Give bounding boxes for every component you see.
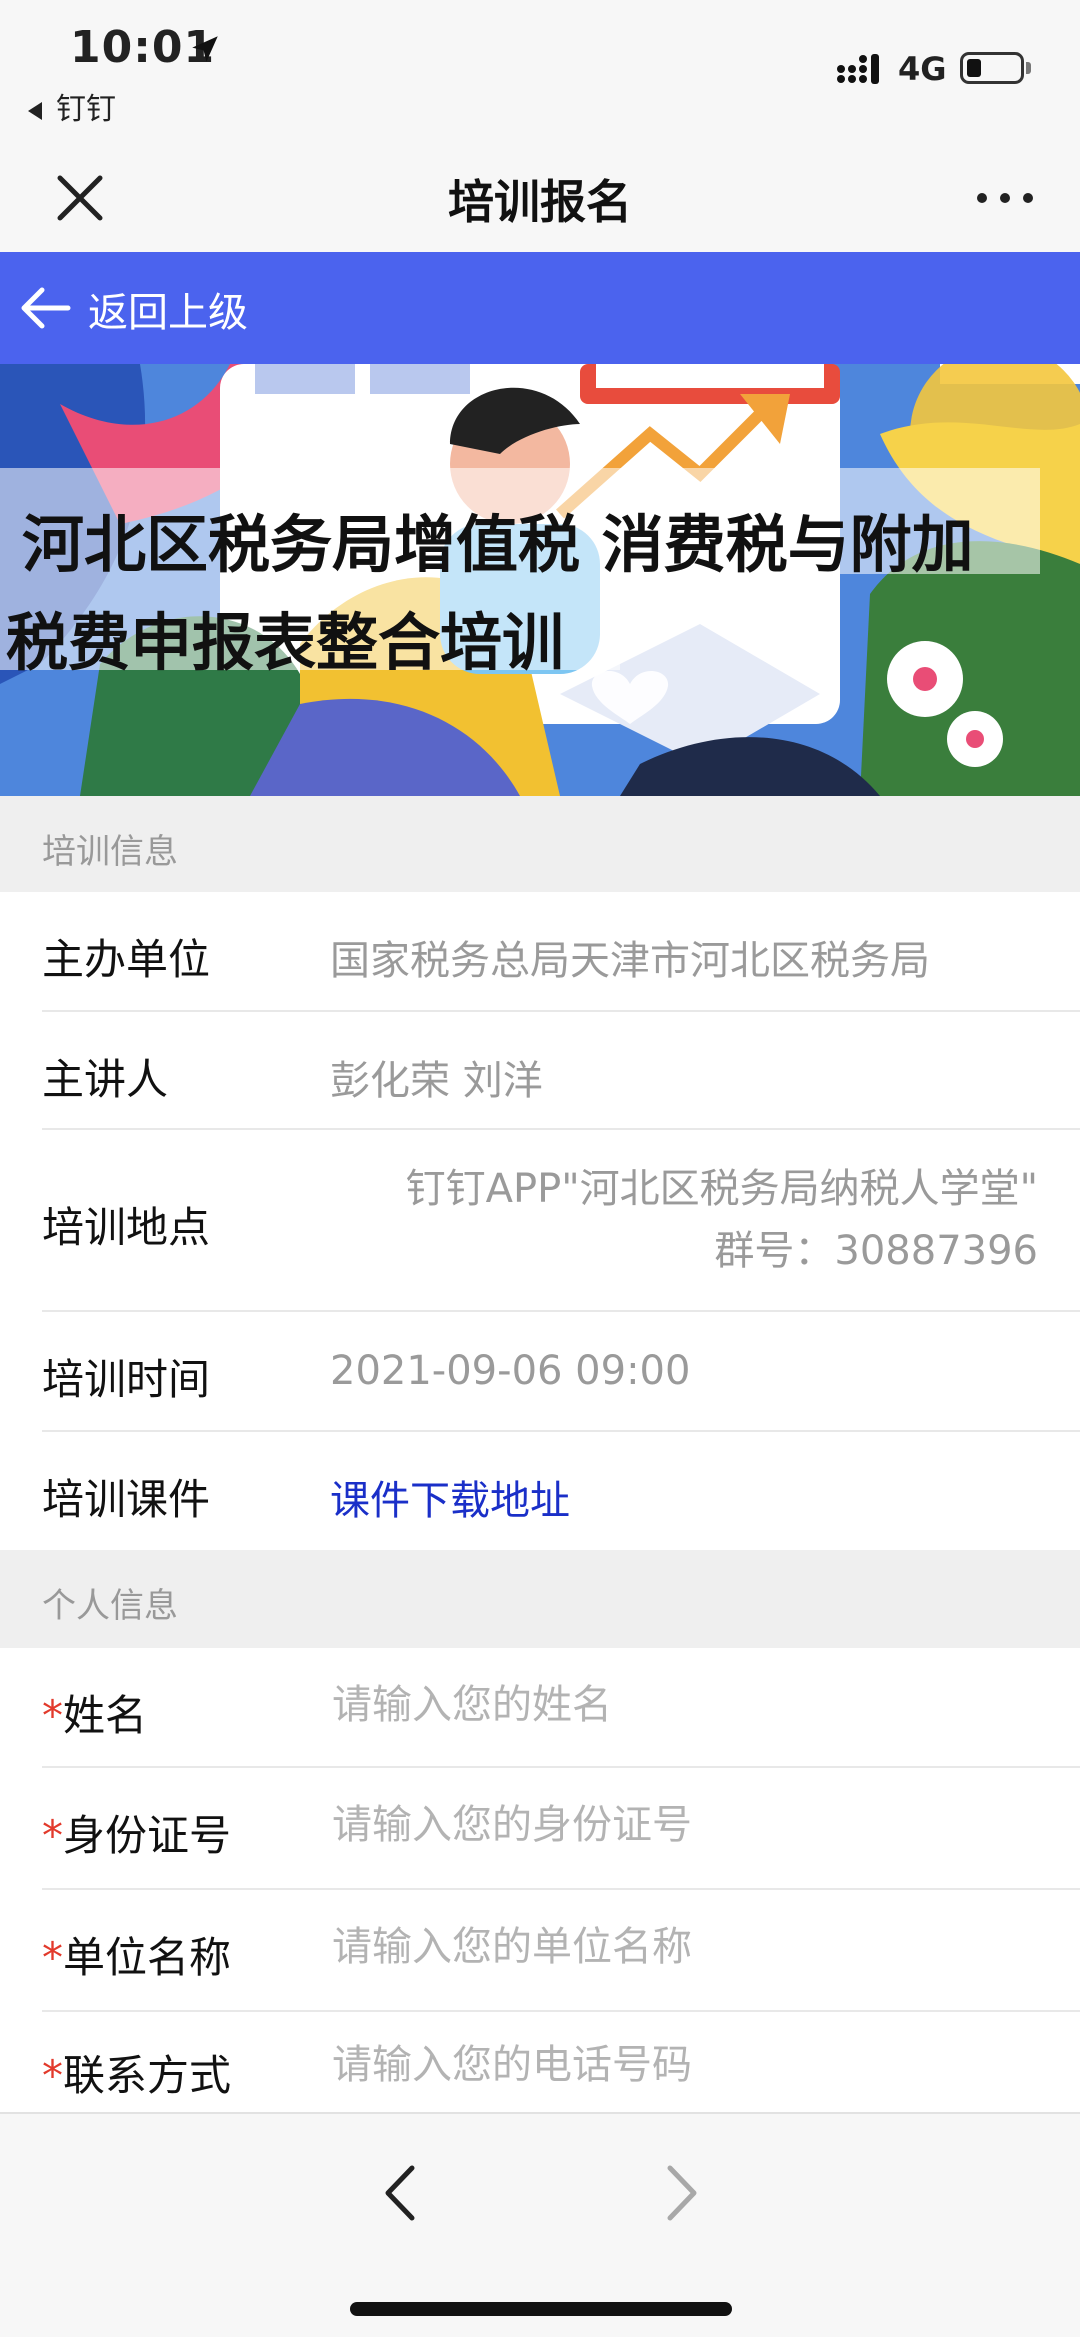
required-mark: * xyxy=(42,1811,63,1860)
field-label-text: 单位名称 xyxy=(63,1933,232,1982)
back-triangle-icon xyxy=(28,101,42,120)
courseware-download-link[interactable]: 课件下载地址 xyxy=(330,1468,570,1526)
row-value-location: 钉钉APP"河北区税务局纳税人学堂" 群号：30887396 xyxy=(406,1158,1038,1282)
location-arrow-icon xyxy=(192,36,218,62)
required-mark: * xyxy=(42,1933,63,1982)
field-label-name: *姓名 xyxy=(42,1682,147,1743)
row-label: 培训课件 xyxy=(42,1475,211,1524)
chevron-left-icon[interactable] xyxy=(376,2158,426,2228)
form-row-company: *单位名称 xyxy=(0,1890,1080,2012)
field-label-text: 联系方式 xyxy=(63,2051,232,2100)
back-arrow-icon[interactable] xyxy=(20,282,72,334)
more-icon[interactable] xyxy=(970,168,1040,228)
form-row-phone: *联系方式 xyxy=(0,2012,1080,2112)
company-input[interactable] xyxy=(332,1924,1032,1970)
id-number-input[interactable] xyxy=(332,1802,1032,1848)
back-app-label: 钉钉 xyxy=(56,92,116,127)
location-line1: 钉钉APP"河北区税务局纳税人学堂" xyxy=(405,1166,1038,1212)
section-title-personal: 个人信息 xyxy=(42,1586,178,1626)
section-header-training: 培训信息 xyxy=(0,796,1080,892)
info-row-time: 培训时间 2021-09-06 09:00 xyxy=(0,1312,1080,1432)
row-label: 培训时间 xyxy=(42,1355,211,1404)
info-row-speaker: 主讲人 彭化荣 刘洋 xyxy=(0,1012,1080,1130)
required-mark: * xyxy=(42,2051,63,2100)
cellular-signal-icon xyxy=(837,54,879,84)
bottom-toolbar xyxy=(0,2112,1080,2337)
network-type: 4G xyxy=(898,50,947,88)
nav-bar: 培训报名 xyxy=(0,150,1080,252)
phone-input[interactable] xyxy=(332,2042,1032,2088)
chevron-right-icon[interactable] xyxy=(656,2158,706,2228)
row-value: 彭化荣 刘洋 xyxy=(330,1058,543,1104)
field-label-text: 姓名 xyxy=(63,1691,148,1740)
status-bar: 10:01 钉钉 4G xyxy=(0,0,1080,150)
banner-title-line1: 河北区税务局增值税 消费税与附加 xyxy=(22,508,974,581)
location-line2: 群号：30887396 xyxy=(714,1228,1038,1274)
form-row-id-number: *身份证号 xyxy=(0,1768,1080,1890)
section-title-training: 培训信息 xyxy=(42,832,178,872)
row-value: 2021-09-06 09:00 xyxy=(330,1348,691,1394)
required-mark: * xyxy=(42,1691,63,1740)
field-label-id-number: *身份证号 xyxy=(42,1802,231,1863)
battery-tip xyxy=(1026,62,1031,74)
field-label-text: 身份证号 xyxy=(63,1811,232,1860)
row-value: 国家税务总局天津市河北区税务局 xyxy=(330,938,930,984)
info-row-location: 培训地点 钉钉APP"河北区税务局纳税人学堂" 群号：30887396 xyxy=(0,1130,1080,1312)
banner: 河北区税务局增值税 消费税与附加 税费申报表整合培训 xyxy=(0,364,1080,796)
name-input[interactable] xyxy=(332,1682,1032,1728)
form-row-name: *姓名 xyxy=(0,1648,1080,1768)
field-label-company: *单位名称 xyxy=(42,1924,231,1985)
page-title: 培训报名 xyxy=(448,175,632,229)
banner-title-line2: 税费申报表整合培训 xyxy=(6,606,565,679)
back-button[interactable]: 返回上级 xyxy=(88,280,248,338)
battery-icon xyxy=(960,52,1024,84)
row-label: 培训地点 xyxy=(42,1203,211,1252)
home-indicator[interactable] xyxy=(350,2302,732,2316)
section-header-personal: 个人信息 xyxy=(0,1550,1080,1648)
info-row-organizer: 主办单位 国家税务总局天津市河北区税务局 xyxy=(0,892,1080,1012)
info-row-courseware: 培训课件 课件下载地址 xyxy=(0,1432,1080,1550)
field-label-phone: *联系方式 xyxy=(42,2042,231,2103)
back-to-app-link[interactable]: 钉钉 xyxy=(28,84,116,128)
screen: 10:01 钉钉 4G 培训报名 返回上级 河北区税务局增值税 消费税与附加 税… xyxy=(0,0,1080,2337)
sub-nav-bar: 返回上级 xyxy=(0,252,1080,364)
row-label: 主讲人 xyxy=(42,1055,169,1104)
row-label: 主办单位 xyxy=(42,935,211,984)
